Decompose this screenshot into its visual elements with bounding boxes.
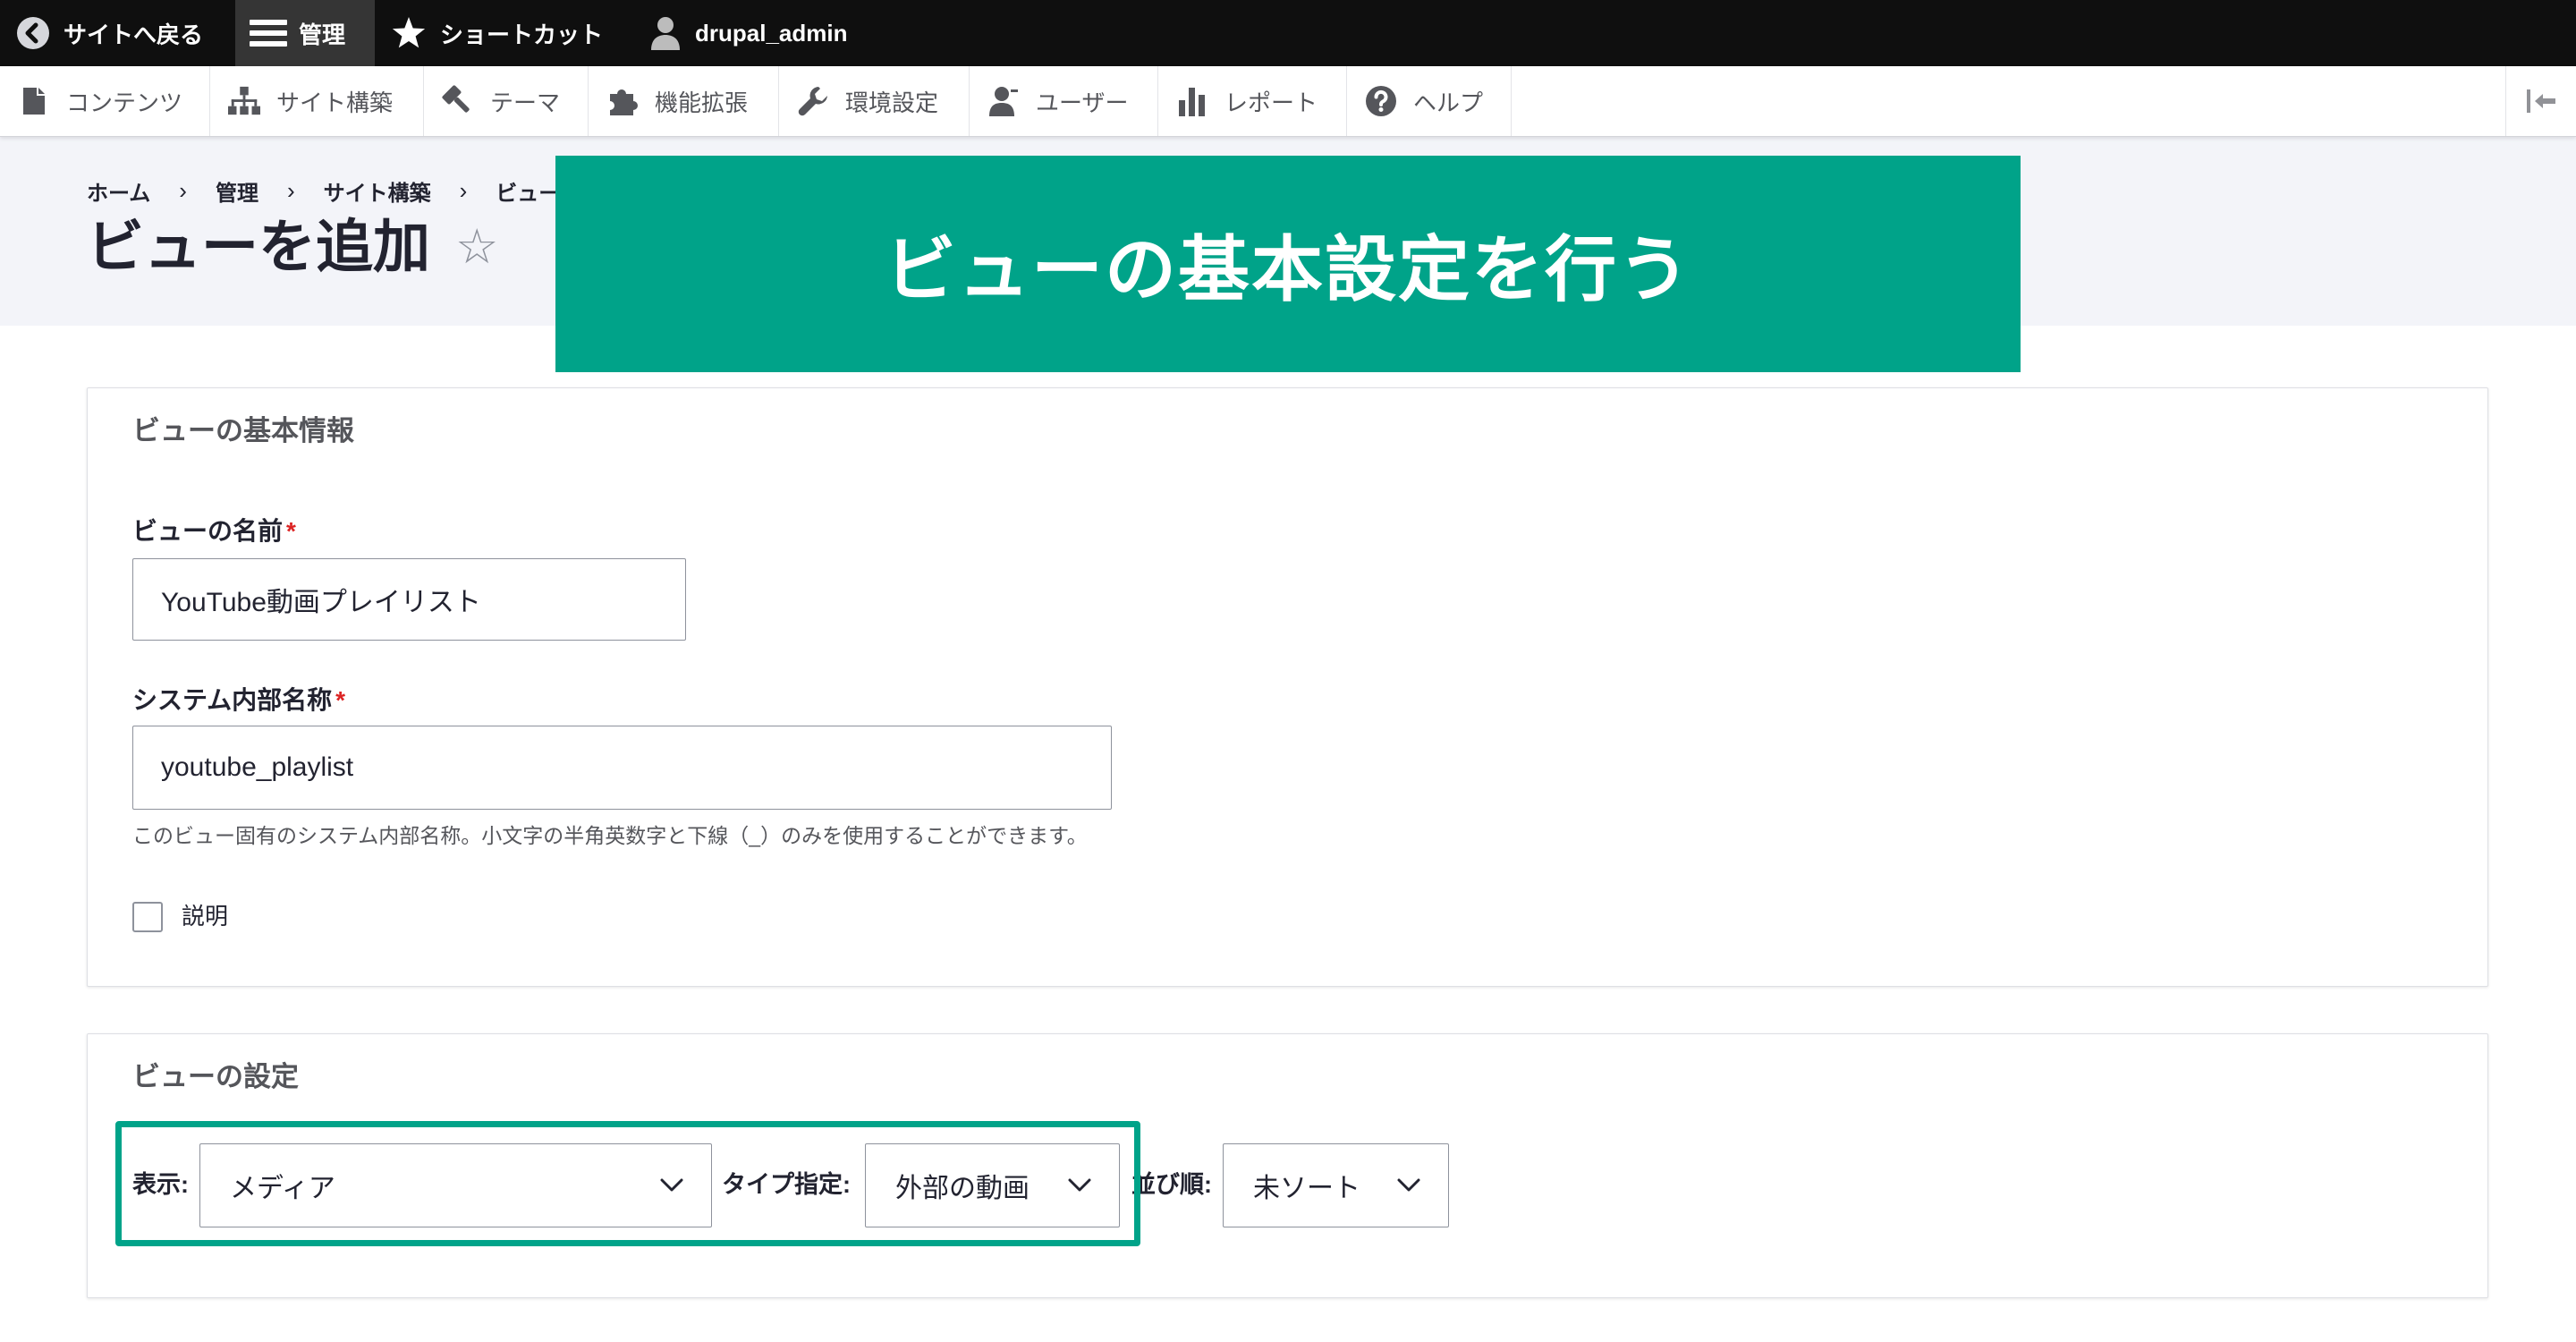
sort-select[interactable]: 未ソート	[1223, 1143, 1449, 1227]
page-title: ビューを追加	[87, 215, 430, 279]
show-select[interactable]: メディア	[199, 1143, 712, 1227]
bar-chart-icon	[1176, 85, 1208, 117]
admin-menu-item-configuration[interactable]: 環境設定	[779, 66, 970, 136]
type-label: タイプ指定:	[722, 1171, 851, 1198]
admin-menu-item-people[interactable]: ユーザー	[970, 66, 1158, 136]
breadcrumb: ホーム › 管理 › サイト構築 › ビュー	[87, 175, 560, 207]
description-checkbox-label[interactable]: 説明	[182, 901, 228, 931]
type-select-value: 外部の動画	[895, 1174, 1030, 1203]
admin-menu-item-reports[interactable]: レポート	[1158, 66, 1347, 136]
chevron-down-icon	[660, 1178, 683, 1193]
annotation-banner: ビューの基本設定を行う	[555, 156, 2021, 372]
required-marker: *	[286, 517, 296, 545]
basic-info-legend: ビューの基本情報	[132, 415, 354, 446]
view-settings-fieldset: ビューの設定 表示: メディア タイプ指定: 外部の動画 並び順: 未ソート	[87, 1033, 2488, 1298]
back-to-site-link[interactable]: サイトへ戻る	[0, 0, 203, 66]
shortcuts-tab[interactable]: ショートカット	[375, 0, 603, 66]
collapse-menu-button[interactable]	[2505, 66, 2576, 136]
breadcrumb-separator: ›	[459, 176, 468, 204]
manage-label: 管理	[299, 21, 346, 48]
breadcrumb-item-views[interactable]: ビュー	[496, 175, 560, 207]
username-label: drupal_admin	[695, 19, 848, 47]
admin-menu-item-content[interactable]: コンテンツ	[0, 66, 210, 136]
admin-menu-label: ヘルプ	[1413, 89, 1484, 116]
sort-label: 並び順:	[1131, 1171, 1212, 1198]
manage-tab[interactable]: 管理	[235, 0, 375, 66]
sort-select-value: 未ソート	[1253, 1174, 1360, 1203]
hamburger-icon	[250, 18, 287, 48]
star-outline-icon[interactable]: ☆	[455, 213, 498, 281]
admin-menu-label: テーマ	[490, 89, 561, 116]
admin-menu-item-structure[interactable]: サイト構築	[210, 66, 424, 136]
breadcrumb-item-manage[interactable]: 管理	[216, 175, 258, 207]
admin-menu-item-help[interactable]: ヘルプ	[1347, 66, 1512, 136]
admin-menu-label: ユーザー	[1036, 89, 1129, 116]
admin-toolbar: サイトへ戻る 管理 ショートカット drupal_admin	[0, 0, 2576, 66]
view-name-label: ビューの名前 *	[132, 516, 296, 547]
user-account-tab[interactable]: drupal_admin	[633, 0, 847, 66]
basic-info-fieldset: ビューの基本情報 ビューの名前* システム内部名称* このビュー固有のシステム内…	[87, 387, 2488, 987]
view-name-label-text: ビューの名前	[132, 517, 284, 545]
file-icon	[18, 85, 50, 117]
admin-menu-label: 環境設定	[845, 89, 939, 116]
puzzle-icon	[606, 85, 639, 117]
show-select-value: メディア	[230, 1174, 335, 1203]
user-icon	[649, 16, 682, 50]
admin-menu-label: レポート	[1224, 89, 1318, 116]
sitemap-icon	[228, 85, 260, 117]
machine-name-input[interactable]	[132, 726, 1112, 810]
machine-name-description: このビュー固有のシステム内部名称。小文字の半角英数字と下線（_）のみを使用するこ…	[132, 824, 1088, 847]
view-settings-legend: ビューの設定	[132, 1061, 299, 1092]
admin-menu-label: 機能拡張	[655, 89, 749, 116]
collapse-left-icon	[2525, 88, 2557, 115]
breadcrumb-item-structure[interactable]: サイト構築	[324, 175, 431, 207]
help-icon	[1365, 85, 1397, 117]
show-label: 表示:	[132, 1171, 189, 1198]
required-marker: *	[335, 686, 346, 714]
type-select[interactable]: 外部の動画	[865, 1143, 1120, 1227]
paintbrush-icon	[442, 85, 474, 117]
back-arrow-icon	[16, 16, 50, 50]
description-checkbox[interactable]	[132, 902, 163, 932]
chevron-down-icon	[1068, 1178, 1091, 1193]
view-name-input[interactable]	[132, 558, 686, 641]
admin-menu-label: サイト構築	[276, 89, 394, 116]
title-row: ビューを追加 ☆	[87, 213, 498, 281]
admin-menu-label: コンテンツ	[66, 89, 183, 116]
machine-name-label: システム内部名称 *	[132, 685, 345, 716]
breadcrumb-item-home[interactable]: ホーム	[87, 175, 150, 207]
machine-name-label-text: システム内部名称	[132, 686, 333, 714]
wrench-icon	[797, 85, 829, 117]
breadcrumb-separator: ›	[179, 176, 187, 204]
breadcrumb-separator: ›	[286, 176, 295, 204]
chevron-down-icon	[1397, 1178, 1420, 1193]
admin-menu-bar: コンテンツ サイト構築 テーマ 機能拡張 環境設定 ユーザー レポート ヘルプ	[0, 66, 2576, 137]
admin-menu-item-extend[interactable]: 機能拡張	[589, 66, 779, 136]
person-icon	[987, 85, 1020, 117]
back-to-site-label: サイトへ戻る	[64, 21, 204, 48]
admin-menu-item-appearance[interactable]: テーマ	[424, 66, 589, 136]
shortcuts-label: ショートカット	[440, 21, 604, 48]
star-icon	[391, 16, 427, 50]
